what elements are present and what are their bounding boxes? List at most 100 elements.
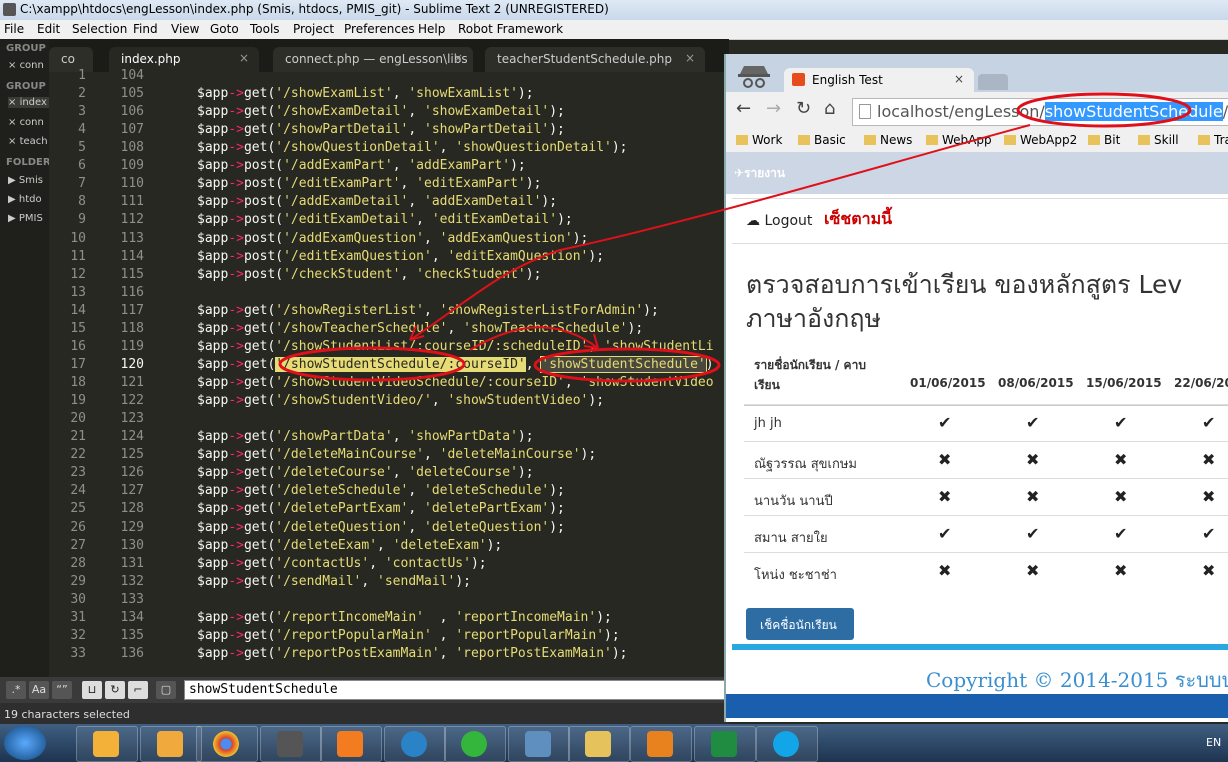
sidebar-folder-smis[interactable]: ▶ Smis	[8, 175, 43, 186]
check-attendance-button[interactable]: เช็คชื่อนักเรียน	[746, 608, 854, 640]
code-line[interactable]: $app->get('/showExamList', 'showExamList…	[197, 86, 534, 101]
reload-icon[interactable]: ↻	[796, 98, 811, 119]
sourcetree-icon[interactable]	[384, 726, 446, 762]
menu-view[interactable]: View	[171, 22, 199, 36]
excel-icon[interactable]	[694, 726, 756, 762]
find-option-icon[interactable]: ▢	[156, 681, 176, 699]
bookmark-basic[interactable]: Basic	[798, 133, 846, 147]
sublime-icon[interactable]	[260, 726, 322, 762]
forward-arrow-icon[interactable]: →	[766, 98, 781, 119]
back-arrow-icon[interactable]: ←	[736, 98, 751, 119]
menu-selection[interactable]: Selection	[72, 22, 127, 36]
code-line[interactable]: $app->get('/deleteSchedule', 'deleteSche…	[197, 483, 565, 498]
menu-robot-framework[interactable]: Robot Framework	[458, 22, 563, 36]
case-toggle[interactable]: Aa	[29, 681, 49, 699]
xampp-icon[interactable]	[320, 726, 382, 762]
sidebar-folder-htdocs[interactable]: ▶ htdo	[8, 194, 42, 205]
code-line[interactable]: $app->post('/editExamPart', 'editExamPar…	[197, 176, 541, 191]
code-line[interactable]: $app->post('/addExamQuestion', 'addExamQ…	[197, 231, 588, 246]
line-icon[interactable]	[444, 726, 506, 762]
sidebar-folder-pmis[interactable]: ▶ PMIS	[8, 213, 43, 224]
code-line[interactable]: $app->post('/addExamDetail', 'addExamDet…	[197, 194, 557, 209]
code-line[interactable]: $app->get('/showTeacherSchedule', 'showT…	[197, 321, 643, 336]
code-line[interactable]: $app->post('/editExamDetail', 'editExamD…	[197, 212, 573, 227]
date-header: 08/06/2015	[998, 376, 1074, 390]
code-line[interactable]: $app->get('/reportPopularMain' , 'report…	[197, 628, 620, 643]
firefox-icon[interactable]	[76, 726, 138, 762]
highlight-matches-icon[interactable]: ⌐	[128, 681, 148, 699]
tab-close-icon[interactable]: ×	[239, 51, 249, 65]
browser-tab-english-test[interactable]: English Test ×	[784, 68, 974, 92]
code-line[interactable]: $app->get('/showStudentSchedule/:courseI…	[197, 355, 721, 373]
code-line[interactable]: $app->get('/deleteMainCourse', 'deleteMa…	[197, 447, 596, 462]
code-variable: $app	[197, 140, 229, 156]
windows-start-icon[interactable]	[4, 726, 46, 760]
sidebar-file-index[interactable]: × index	[8, 97, 49, 108]
code-line[interactable]: $app->get('/showPartData', 'showPartData…	[197, 429, 534, 444]
cross-icon: ✖	[938, 561, 952, 580]
code-line[interactable]: $app->get('/contactUs', 'contactUs');	[197, 556, 487, 571]
sidebar-file-conn[interactable]: × conn	[8, 60, 44, 71]
find-input[interactable]: showStudentSchedule	[184, 680, 730, 700]
menu-project[interactable]: Project	[293, 22, 334, 36]
code-line[interactable]: $app->post('/addExamPart', 'addExamPart'…	[197, 158, 526, 173]
code-line[interactable]: $app->get('/reportIncomeMain' , 'reportI…	[197, 610, 612, 625]
menu-find[interactable]: Find	[133, 22, 158, 36]
code-editor[interactable]: $app->get('/showExamList', 'showExamList…	[164, 72, 726, 660]
menu-edit[interactable]: Edit	[37, 22, 60, 36]
code-line[interactable]: $app->get('/showRegisterList', 'showRegi…	[197, 303, 659, 318]
in-selection-icon[interactable]: ↻	[105, 681, 125, 699]
browser-tab-close-icon[interactable]: ×	[954, 72, 964, 86]
code-line[interactable]: $app->get('/showExamDetail', 'showExamDe…	[197, 104, 565, 119]
code-line[interactable]: $app->get('/deleteCourse', 'deleteCourse…	[197, 465, 534, 480]
bookmark-skill[interactable]: Skill	[1138, 133, 1179, 147]
tab-close-icon[interactable]: ×	[453, 51, 463, 65]
code-line[interactable]: $app->get('/showStudentVideoSchedule/:co…	[197, 375, 714, 390]
chrome-icon[interactable]	[196, 726, 258, 762]
outlook-icon[interactable]	[630, 726, 692, 762]
nav-report-link[interactable]: ✈รายงาน	[734, 164, 785, 183]
code-line[interactable]: $app->post('/checkStudent', 'checkStuden…	[197, 267, 541, 282]
menu-preferences[interactable]: Preferences	[344, 22, 415, 36]
code-line[interactable]: $app->post('/editExamQuestion', 'editExa…	[197, 249, 604, 264]
language-indicator[interactable]: EN	[1206, 736, 1221, 749]
gutter-line-number: 16	[70, 338, 86, 354]
address-bar[interactable]: localhost/engLesson/showStudentSchedule/…	[852, 98, 1228, 126]
line-number: 112	[120, 212, 144, 228]
code-line[interactable]: $app->get('/showQuestionDetail', 'showQu…	[197, 140, 628, 155]
bookmark-bit[interactable]: Bit	[1088, 133, 1120, 147]
skype-icon[interactable]	[756, 726, 818, 762]
code-line[interactable]: $app->get('/reportPostExamMain', 'report…	[197, 646, 628, 660]
new-tab-button[interactable]	[978, 74, 1008, 90]
menu-goto[interactable]: Goto	[210, 22, 239, 36]
code-line[interactable]: $app->get('/showStudentList/:courseID/:s…	[197, 339, 714, 354]
remote-desktop-icon[interactable]	[508, 726, 570, 762]
code-line[interactable]: $app->get('/sendMail', 'sendMail');	[197, 574, 471, 589]
folder-icon[interactable]	[568, 726, 630, 762]
bookmark-webapp2[interactable]: WebApp2	[1004, 133, 1077, 147]
code-line[interactable]: $app->get('/deleteQuestion', 'deleteQues…	[197, 520, 565, 535]
code-line[interactable]: $app->get('/showPartDetail', 'showPartDe…	[197, 122, 565, 137]
logout-link[interactable]: ☁ Logout	[746, 213, 812, 229]
bookmark-trac[interactable]: Trac	[1198, 133, 1228, 147]
menu-tools[interactable]: Tools	[250, 22, 280, 36]
code-line[interactable]: $app->get('/deleteExam', 'deleteExam');	[197, 538, 502, 553]
menu-file[interactable]: File	[4, 22, 24, 36]
bookmark-news[interactable]: News	[864, 133, 912, 147]
bookmark-webapp[interactable]: WebApp	[926, 133, 992, 147]
bookmark-work[interactable]: Work	[736, 133, 782, 147]
whole-word-toggle[interactable]: “”	[52, 681, 72, 699]
tab-close-icon[interactable]: ×	[685, 51, 695, 65]
tab-connect-php[interactable]: connect.php — engLesson\libs ×	[273, 47, 473, 72]
wrap-toggle-icon[interactable]: ⊔	[82, 681, 102, 699]
home-icon[interactable]: ⌂	[824, 98, 835, 119]
regex-toggle[interactable]: .*	[6, 681, 26, 699]
sidebar-file-teach[interactable]: × teach	[8, 136, 48, 147]
menu-help[interactable]: Help	[418, 22, 445, 36]
tab-teacher-student-schedule[interactable]: teacherStudentSchedule.php ×	[485, 47, 705, 72]
code-line[interactable]: $app->get('/showStudentVideo/', 'showStu…	[197, 393, 604, 408]
code-line[interactable]: $app->get('/deletePartExam', 'deletePart…	[197, 501, 565, 516]
file-icon[interactable]	[140, 726, 202, 762]
tab-co[interactable]: co	[49, 47, 93, 72]
sidebar-file-conn2[interactable]: × conn	[8, 117, 44, 128]
